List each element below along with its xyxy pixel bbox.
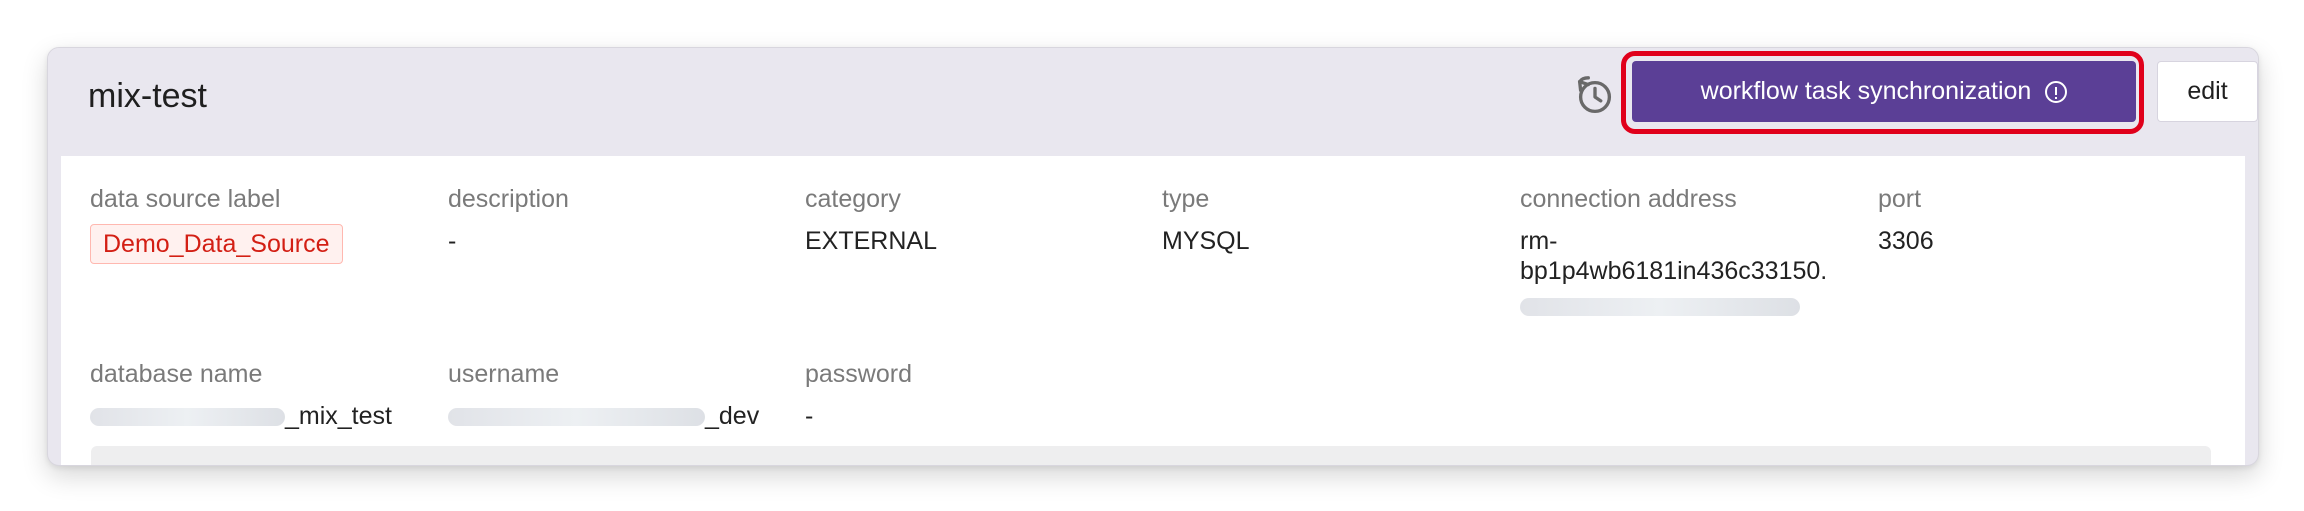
- database-name-suffix: _mix_test: [285, 402, 392, 430]
- field-port: port 3306: [1878, 184, 1934, 256]
- workflow-task-sync-button[interactable]: workflow task synchronization: [1632, 61, 2136, 122]
- redacted-database-prefix: [90, 408, 285, 427]
- field-value: _dev: [448, 401, 759, 431]
- bottom-strip: [91, 446, 2211, 465]
- sync-button-label: workflow task synchronization: [1700, 77, 2032, 105]
- history-icon[interactable]: [1572, 74, 1618, 120]
- field-data-source-label: data source label Demo_Data_Source: [90, 184, 343, 264]
- field-label: password: [805, 360, 912, 388]
- field-value: -: [805, 402, 814, 430]
- redacted-username-prefix: [448, 408, 705, 427]
- field-label: description: [448, 185, 569, 213]
- username-suffix: _dev: [705, 402, 760, 430]
- field-category: category EXTERNAL: [805, 184, 937, 256]
- page-title: mix-test: [88, 77, 207, 115]
- card-body: data source label Demo_Data_Source descr…: [61, 156, 2245, 465]
- field-description: description -: [448, 184, 569, 256]
- field-connection-address: connection address rm- bp1p4wb6181in436c…: [1520, 184, 1827, 316]
- field-label: type: [1162, 185, 1210, 213]
- edit-button[interactable]: edit: [2157, 61, 2258, 122]
- info-icon: [2045, 80, 2068, 103]
- datasource-detail-card: mix-test workflow task synchronization e…: [47, 47, 2259, 466]
- card-header: mix-test workflow task synchronization e…: [48, 48, 2258, 156]
- field-type: type MYSQL: [1162, 184, 1250, 256]
- field-value: EXTERNAL: [805, 227, 937, 255]
- field-value: MYSQL: [1162, 227, 1250, 255]
- field-value: 3306: [1878, 227, 1934, 255]
- field-label: category: [805, 185, 901, 213]
- field-value: _mix_test: [90, 401, 392, 431]
- field-label: username: [448, 360, 560, 388]
- field-value: rm- bp1p4wb6181in436c33150.: [1520, 227, 1828, 285]
- field-username: username _dev: [448, 359, 759, 431]
- field-password: password -: [805, 359, 912, 431]
- field-database-name: database name _mix_test: [90, 359, 392, 431]
- field-label: connection address: [1520, 185, 1737, 213]
- field-label: data source label: [90, 185, 281, 213]
- data-source-tag: Demo_Data_Source: [90, 224, 343, 264]
- field-label: port: [1878, 185, 1922, 213]
- field-value: -: [448, 227, 457, 255]
- field-label: database name: [90, 360, 263, 388]
- redacted-address-tail: [1520, 298, 1800, 316]
